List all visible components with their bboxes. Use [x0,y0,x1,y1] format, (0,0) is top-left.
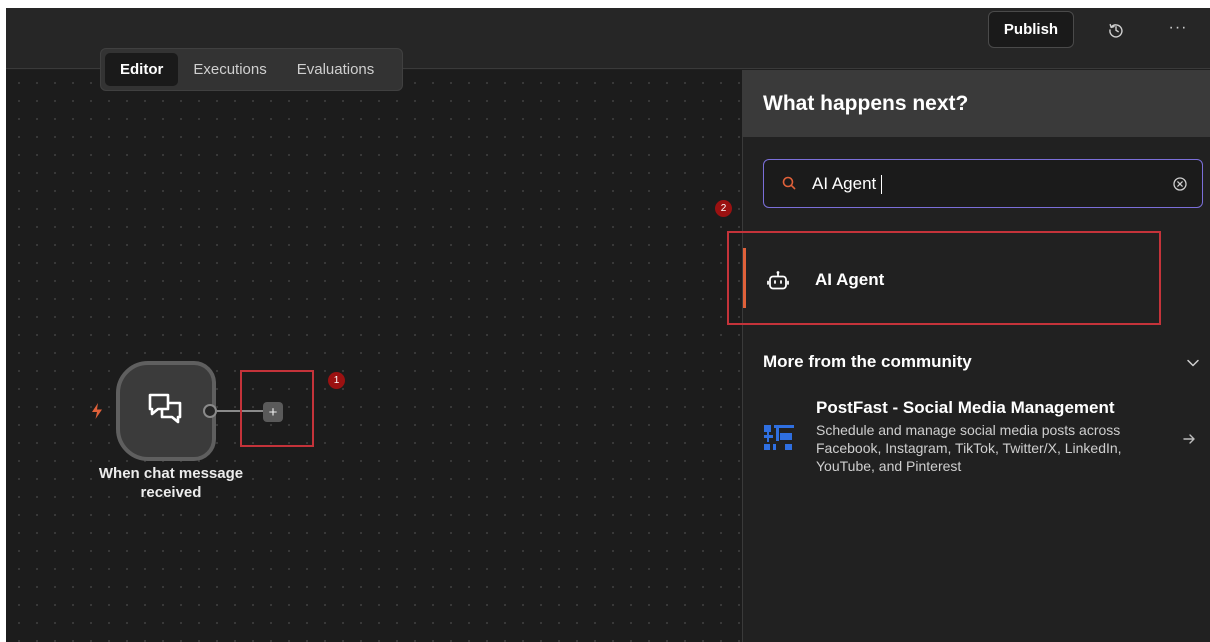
trigger-output-handle[interactable] [203,404,217,418]
postfast-icon [763,422,795,459]
community-section-header[interactable]: More from the community [763,350,1203,374]
history-icon[interactable] [1104,18,1128,42]
publish-button[interactable]: Publish [988,11,1074,48]
node-creator-panel: What happens next? AI Agent AI Agent Mor… [727,70,1210,642]
community-item-title: PostFast - Social Media Management [816,398,1115,417]
more-options-icon[interactable]: ··· [1166,16,1190,40]
tab-executions[interactable]: Executions [178,53,281,86]
community-item-postfast[interactable]: PostFast - Social Media Management Sched… [763,396,1203,486]
chat-bubbles-icon [146,391,186,432]
text-caret [881,175,882,194]
workflow-canvas[interactable]: + When chat message received 1 [6,70,742,642]
search-input[interactable] [812,170,1152,198]
tab-editor[interactable]: Editor [105,53,179,86]
app-window: Publish ··· Editor Executions Evaluation… [6,8,1210,642]
community-section-title: More from the community [763,352,972,371]
clear-search-icon[interactable] [1172,176,1188,192]
add-node-highlight [240,370,314,447]
community-item-description: Schedule and manage social media posts a… [816,422,1122,474]
trigger-node-label: When chat message received [98,465,244,501]
result-highlight [727,231,1161,325]
step-badge-1: 1 [328,372,345,389]
chevron-down-icon[interactable] [1186,355,1200,373]
search-icon [782,176,796,195]
trigger-node[interactable] [116,361,216,461]
tab-evaluations[interactable]: Evaluations [282,53,390,86]
mode-tabs: Editor Executions Evaluations [100,48,403,91]
lightning-bolt-icon [90,402,104,425]
search-box[interactable] [763,159,1203,208]
step-badge-2: 2 [715,200,732,217]
arrow-right-icon[interactable] [1182,432,1196,451]
panel-title: What happens next? [743,70,1210,137]
